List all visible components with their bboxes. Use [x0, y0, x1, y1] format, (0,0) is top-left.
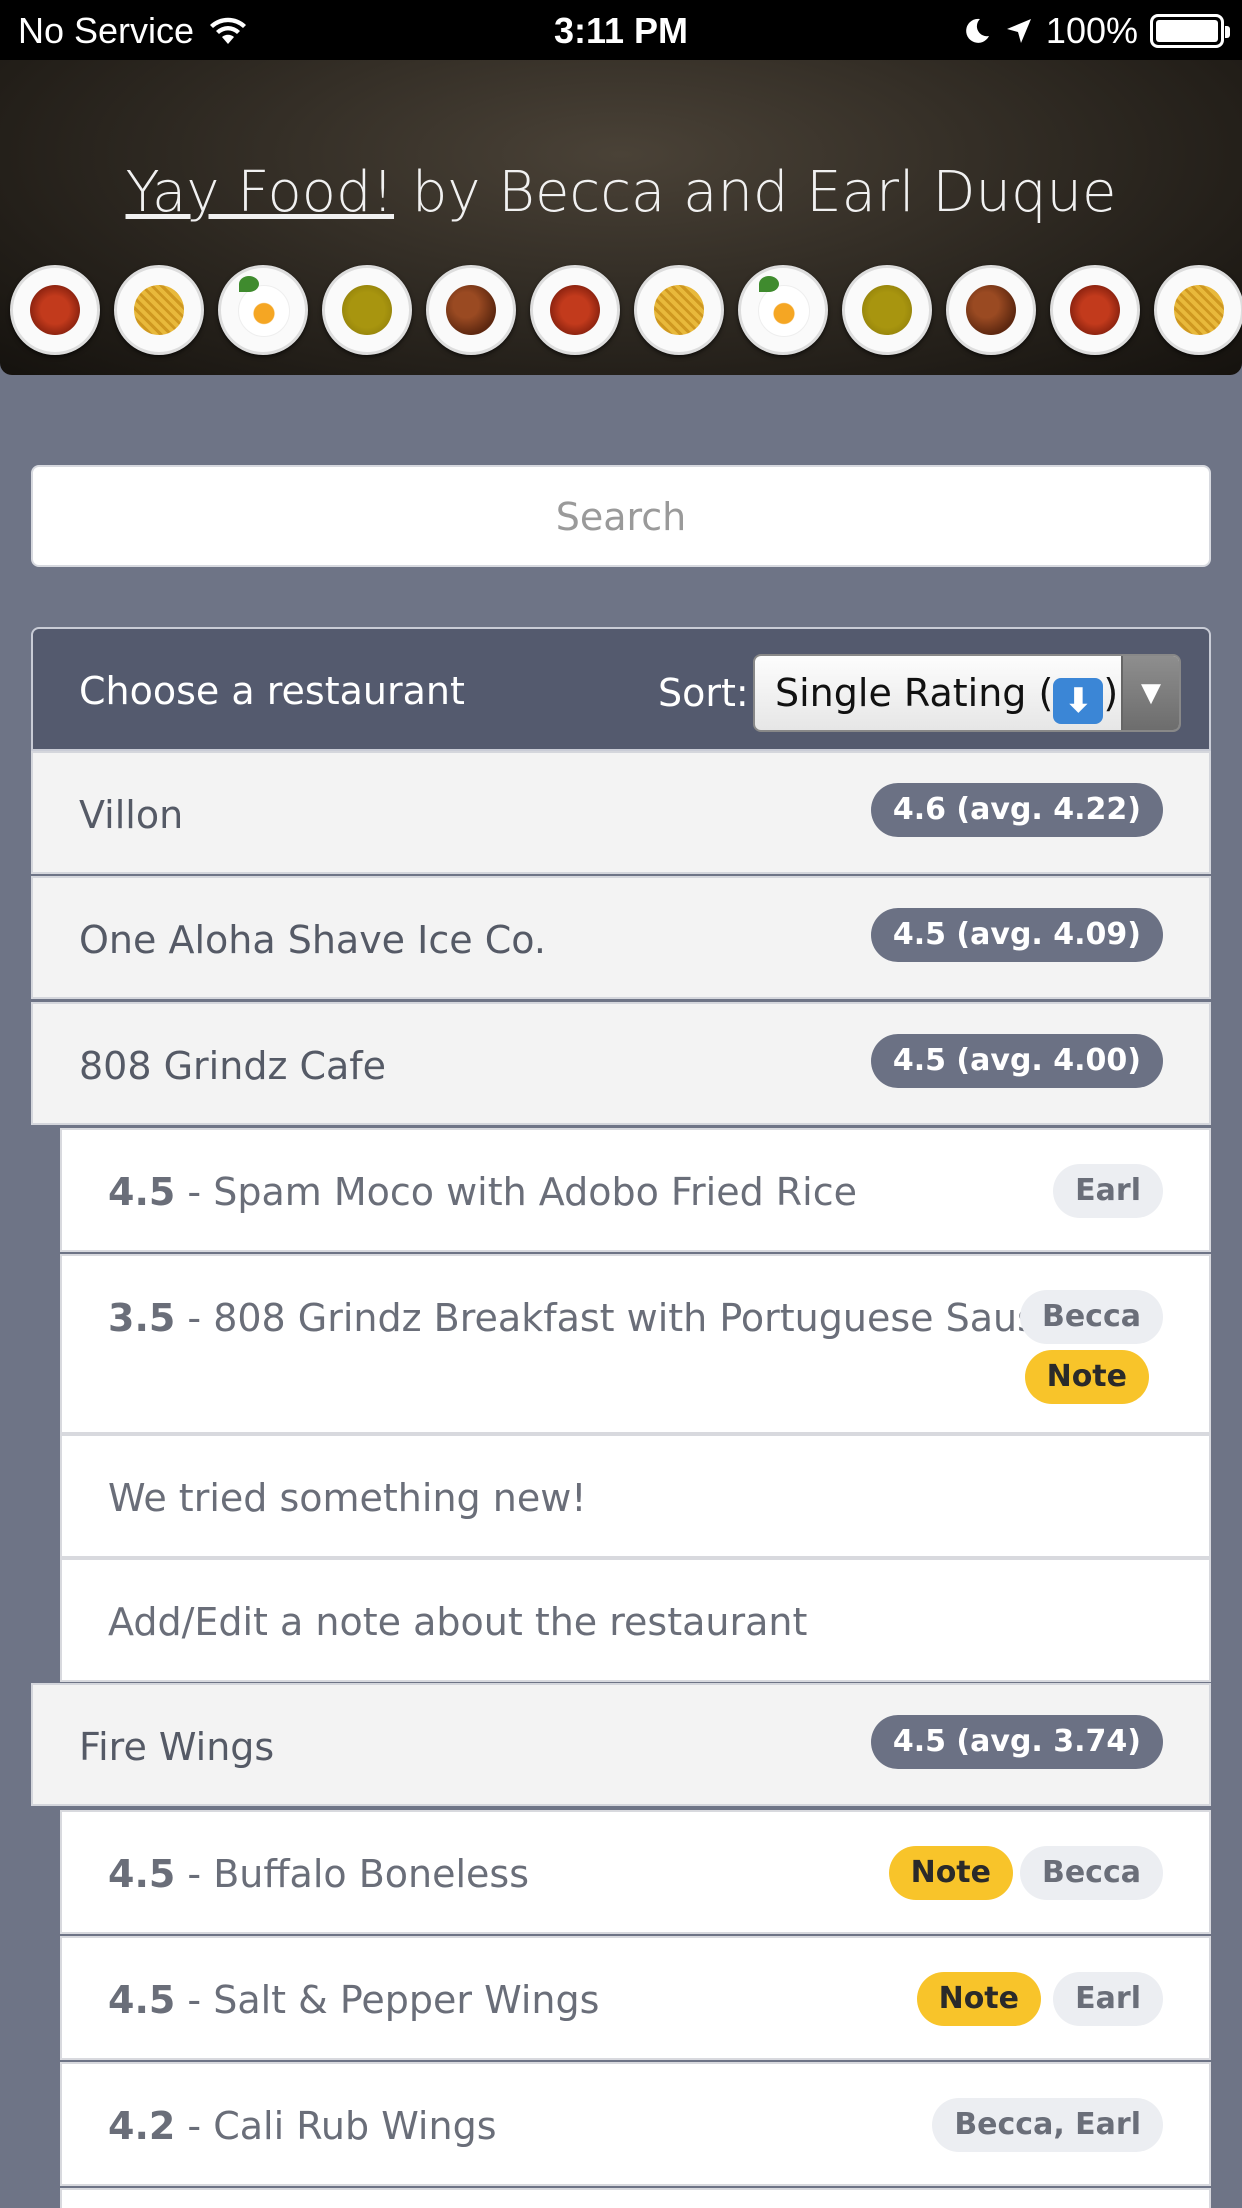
restaurant-row[interactable]: Villon 4.6 (avg. 4.22): [31, 751, 1211, 874]
wings-plate-icon: [426, 265, 516, 355]
restaurant-name: One Aloha Shave Ice Co.: [79, 918, 546, 962]
restaurant-note: We tried something new!: [60, 1434, 1211, 1558]
dish-item[interactable]: 4.5 - Salt & Pepper Wings Earl Note: [60, 1936, 1211, 2060]
rating-badge: 4.6 (avg. 4.22): [870, 783, 1163, 837]
dish-item[interactable]: 4.5 - Spam Moco with Adobo Fried Rice Ea…: [60, 1128, 1211, 1252]
restaurant-row[interactable]: One Aloha Shave Ice Co. 4.5 (avg. 4.09): [31, 876, 1211, 999]
sort-label: Sort:: [658, 671, 749, 715]
status-bar: No Service 3:11 PM 100%: [0, 0, 1242, 60]
stew-plate-icon: [10, 265, 100, 355]
restaurant-row[interactable]: Fire Wings 4.5 (avg. 3.74): [31, 1683, 1211, 1806]
add-note-label: Add/Edit a note about the restaurant: [108, 1600, 808, 1644]
person-tag: Becca: [1019, 1290, 1163, 1344]
wings-plate-icon: [946, 265, 1036, 355]
dish-score: 4.5: [108, 1852, 176, 1896]
note-tag[interactable]: Note: [916, 1972, 1041, 2026]
note-tag[interactable]: Note: [888, 1846, 1013, 1900]
rating-badge: 4.5 (avg. 4.09): [870, 908, 1163, 962]
restaurant-name: 808 Grindz Cafe: [79, 1044, 387, 1088]
moon-icon: [966, 18, 989, 43]
dish-score: 4.5: [108, 1978, 176, 2022]
dish-text: 4.2 - Cali Rub Wings: [108, 2104, 497, 2148]
restaurant-row[interactable]: 808 Grindz Cafe 4.5 (avg. 4.00): [31, 1002, 1211, 1125]
dish-name: - Cali Rub Wings: [175, 2104, 497, 2148]
down-arrow-icon: ⬇: [1053, 678, 1104, 724]
dish-score: 3.5: [108, 1296, 176, 1340]
status-right: 100%: [962, 10, 1230, 52]
dish-name: - Spam Moco with Adobo Fried Rice: [175, 1170, 858, 1214]
dish-name: - Salt & Pepper Wings: [175, 1978, 600, 2022]
location-arrow-icon: [1006, 19, 1031, 43]
restaurant-name: Villon: [79, 793, 184, 837]
restaurant-note-text: We tried something new!: [108, 1476, 587, 1520]
note-tag[interactable]: Note: [1024, 1350, 1149, 1404]
dish-item[interactable]: 4.5 - Buffalo Boneless Becca Note: [60, 1810, 1211, 1934]
dish-text: 4.5 - Buffalo Boneless: [108, 1852, 529, 1896]
app-title: Yay Food! by Becca and Earl Duque: [0, 160, 1242, 225]
noodles-plate-icon: [1154, 265, 1242, 355]
stew-plate-icon: [1050, 265, 1140, 355]
panel-title: Choose a restaurant: [79, 669, 465, 713]
soup-plate-icon: [322, 265, 412, 355]
app-header: Yay Food! by Becca and Earl Duque: [0, 60, 1242, 375]
egg-plate-icon: [218, 265, 308, 355]
restaurant-name: Fire Wings: [79, 1725, 275, 1769]
search-input[interactable]: Search: [31, 465, 1211, 567]
noodles-plate-icon: [114, 265, 204, 355]
dish-text: 3.5 - 808 Grindz Breakfast with Portugue…: [108, 1296, 1108, 1340]
add-note-button[interactable]: Add/Edit a note about the restaurant: [60, 1558, 1211, 1682]
sort-value-suffix: ): [1103, 671, 1119, 715]
dish-score: 4.5: [108, 1170, 176, 1214]
dropdown-caret-icon[interactable]: ▼: [1121, 656, 1179, 730]
soup-plate-icon: [842, 265, 932, 355]
dish-item[interactable]: 4.2 - Cali Rub Wings Becca, Earl: [60, 2062, 1211, 2186]
title-byline: by Becca and Earl Duque: [394, 160, 1117, 225]
battery-icon: [1150, 14, 1230, 48]
restaurant-panel-heading: Choose a restaurant Sort: Single Rating …: [31, 627, 1211, 751]
sort-value-prefix: Single Rating (: [775, 671, 1054, 715]
person-tag: Earl: [1053, 1972, 1163, 2026]
dish-name: - 808 Grindz Breakfast with Portuguese S…: [175, 1296, 1108, 1340]
person-tag: Earl: [1053, 1164, 1163, 1218]
person-tag: Becca, Earl: [932, 2098, 1163, 2152]
person-tag: Becca: [1019, 1846, 1163, 1900]
title-link[interactable]: Yay Food!: [126, 160, 395, 225]
rating-badge: 4.5 (avg. 4.00): [870, 1034, 1163, 1088]
dish-text: 4.5 - Spam Moco with Adobo Fried Rice: [108, 1170, 857, 1214]
sort-select[interactable]: Single Rating (⬇) ▼: [753, 654, 1181, 732]
stew-plate-icon: [530, 265, 620, 355]
noodles-plate-icon: [634, 265, 724, 355]
rating-badge: 4.5 (avg. 3.74): [870, 1715, 1163, 1769]
dish-item[interactable]: 3.5 - 808 Grindz Breakfast with Portugue…: [60, 1254, 1211, 1434]
egg-plate-icon: [738, 265, 828, 355]
food-plates-strip: [10, 265, 1242, 355]
dish-name: - Buffalo Boneless: [175, 1852, 530, 1896]
dish-score: 4.2: [108, 2104, 176, 2148]
dish-item[interactable]: [60, 2188, 1211, 2208]
battery-percent: 100%: [1045, 10, 1138, 51]
dish-text: 4.5 - Salt & Pepper Wings: [108, 1978, 599, 2022]
